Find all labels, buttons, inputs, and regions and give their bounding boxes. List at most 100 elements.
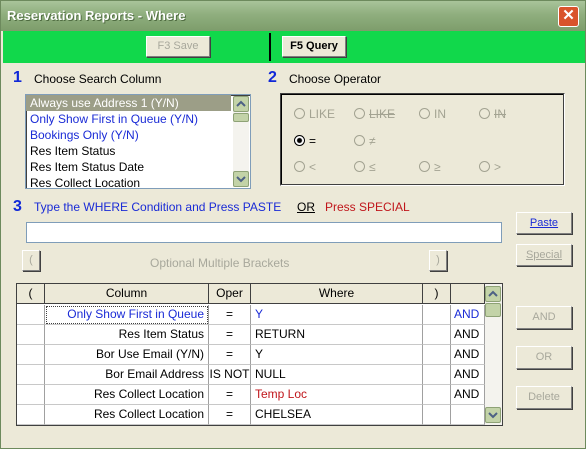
toolbar: F3 Save F5 Query: [3, 31, 585, 63]
cell-close-bracket[interactable]: [423, 305, 451, 325]
operator-radio[interactable]: IN: [419, 107, 446, 121]
search-column-item[interactable]: Bookings Only (Y/N): [26, 127, 231, 143]
cell-open-bracket[interactable]: [17, 345, 45, 365]
operator-radio[interactable]: =: [294, 134, 316, 148]
table-row[interactable]: Only Show First in Queue = Y AND: [17, 305, 485, 325]
cell-where[interactable]: NULL: [251, 365, 423, 385]
cell-column[interactable]: Res Collect Location: [45, 385, 209, 405]
step3-number: 3: [13, 198, 22, 215]
cell-column[interactable]: Bor Email Address: [45, 365, 209, 385]
header-close-bracket: ): [423, 284, 451, 304]
grid-scroll-thumb[interactable]: [485, 303, 501, 317]
search-column-item[interactable]: Res Item Status Date: [26, 159, 231, 175]
press-special-label: Press SPECIAL: [325, 200, 410, 214]
cell-close-bracket[interactable]: [423, 345, 451, 365]
cell-open-bracket[interactable]: [17, 405, 45, 425]
radio-circle-icon: [479, 108, 490, 119]
cell-close-bracket[interactable]: [423, 365, 451, 385]
step2-number: 2: [268, 69, 277, 86]
cell-close-bracket[interactable]: [423, 405, 451, 425]
operator-label: LIKE: [309, 107, 336, 121]
radio-circle-icon: [419, 108, 430, 119]
table-row[interactable]: Res Collect Location = Temp Loc AND: [17, 385, 485, 405]
scroll-down-icon[interactable]: [233, 171, 249, 187]
grid-header: ( Column Oper Where ): [17, 284, 485, 304]
operator-radio[interactable]: >: [479, 160, 501, 174]
cell-column[interactable]: Res Item Status: [45, 325, 209, 345]
f3-save-button[interactable]: F3 Save: [146, 36, 210, 57]
where-conditions-grid[interactable]: ( Column Oper Where ) Only Show First in…: [16, 283, 503, 426]
cell-column[interactable]: Only Show First in Queue: [45, 305, 209, 325]
cell-close-bracket[interactable]: [423, 325, 451, 345]
cell-column[interactable]: Res Collect Location: [45, 405, 209, 425]
grid-scroll-down-icon[interactable]: [485, 407, 501, 423]
table-row[interactable]: Res Collect Location = CHELSEA: [17, 405, 485, 425]
operator-radio[interactable]: LIKE: [354, 107, 395, 121]
special-button[interactable]: Special: [516, 244, 572, 266]
header-oper: Oper: [209, 284, 251, 304]
operator-radio[interactable]: LIKE: [294, 107, 335, 121]
table-row[interactable]: Res Item Status = RETURN AND: [17, 325, 485, 345]
operator-label: <: [309, 160, 317, 174]
title-bar[interactable]: Reservation Reports - Where ✕: [1, 1, 585, 31]
operator-radio[interactable]: IN: [479, 107, 506, 121]
grid-scrollbar[interactable]: [485, 284, 502, 425]
delete-button[interactable]: Delete: [516, 386, 572, 409]
radio-circle-icon: [479, 161, 490, 172]
cell-oper[interactable]: IS NOT: [209, 365, 251, 385]
scroll-up-icon[interactable]: [233, 96, 249, 112]
cell-where[interactable]: Temp Loc: [251, 385, 423, 405]
table-row[interactable]: Bor Use Email (Y/N) = Y AND: [17, 345, 485, 365]
cell-logic[interactable]: [451, 405, 485, 425]
cell-open-bracket[interactable]: [17, 325, 45, 345]
operator-radio[interactable]: ≤: [354, 160, 376, 174]
search-column-item[interactable]: Res Collect Location: [26, 175, 231, 191]
paste-button[interactable]: Paste: [516, 212, 572, 234]
operator-label: ≤: [369, 160, 376, 174]
cell-column[interactable]: Bor Use Email (Y/N): [45, 345, 209, 365]
operator-radio[interactable]: <: [294, 160, 316, 174]
header-column: Column: [45, 284, 209, 304]
cell-logic[interactable]: AND: [451, 305, 485, 325]
cell-oper[interactable]: =: [209, 305, 251, 325]
operator-radio[interactable]: ≠: [354, 134, 376, 148]
cell-where[interactable]: Y: [251, 345, 423, 365]
table-row[interactable]: Bor Email Address IS NOT NULL AND: [17, 365, 485, 385]
grid-scroll-up-icon[interactable]: [485, 286, 501, 302]
cell-oper[interactable]: =: [209, 345, 251, 365]
operator-radio[interactable]: ≥: [419, 160, 441, 174]
cell-oper[interactable]: =: [209, 325, 251, 345]
cell-open-bracket[interactable]: [17, 385, 45, 405]
cell-where[interactable]: Y: [251, 305, 423, 325]
search-column-list[interactable]: Always use Address 1 (Y/N) Only Show Firs…: [25, 94, 251, 191]
list-scrollbar[interactable]: [233, 96, 249, 187]
step3-label: Type the WHERE Condition and Press PASTE: [34, 200, 282, 214]
where-condition-input[interactable]: [26, 222, 502, 243]
window-title: Reservation Reports - Where: [7, 8, 186, 23]
cell-oper[interactable]: =: [209, 405, 251, 425]
cell-oper[interactable]: =: [209, 385, 251, 405]
cell-logic[interactable]: AND: [451, 345, 485, 365]
cell-logic[interactable]: AND: [451, 325, 485, 345]
cell-logic[interactable]: AND: [451, 365, 485, 385]
f5-query-button[interactable]: F5 Query: [282, 36, 346, 57]
cell-open-bracket[interactable]: [17, 365, 45, 385]
operator-label: ≠: [369, 134, 376, 148]
cell-where[interactable]: RETURN: [251, 325, 423, 345]
radio-circle-icon: [294, 135, 305, 146]
cell-where[interactable]: CHELSEA: [251, 405, 423, 425]
search-column-item[interactable]: Always use Address 1 (Y/N): [26, 95, 231, 111]
left-bracket-button[interactable]: (: [22, 250, 40, 271]
cell-close-bracket[interactable]: [423, 385, 451, 405]
and-button[interactable]: AND: [516, 306, 572, 329]
right-bracket-button[interactable]: ): [429, 250, 447, 271]
or-button[interactable]: OR: [516, 346, 572, 369]
cell-logic[interactable]: AND: [451, 385, 485, 405]
cell-open-bracket[interactable]: [17, 305, 45, 325]
brackets-label: Optional Multiple Brackets: [150, 256, 290, 270]
search-column-item[interactable]: Only Show First in Queue (Y/N): [26, 111, 231, 127]
close-button[interactable]: ✕: [558, 6, 579, 27]
search-column-item[interactable]: Res Item Status: [26, 143, 231, 159]
radio-circle-icon: [354, 135, 365, 146]
scroll-thumb[interactable]: [233, 113, 249, 122]
